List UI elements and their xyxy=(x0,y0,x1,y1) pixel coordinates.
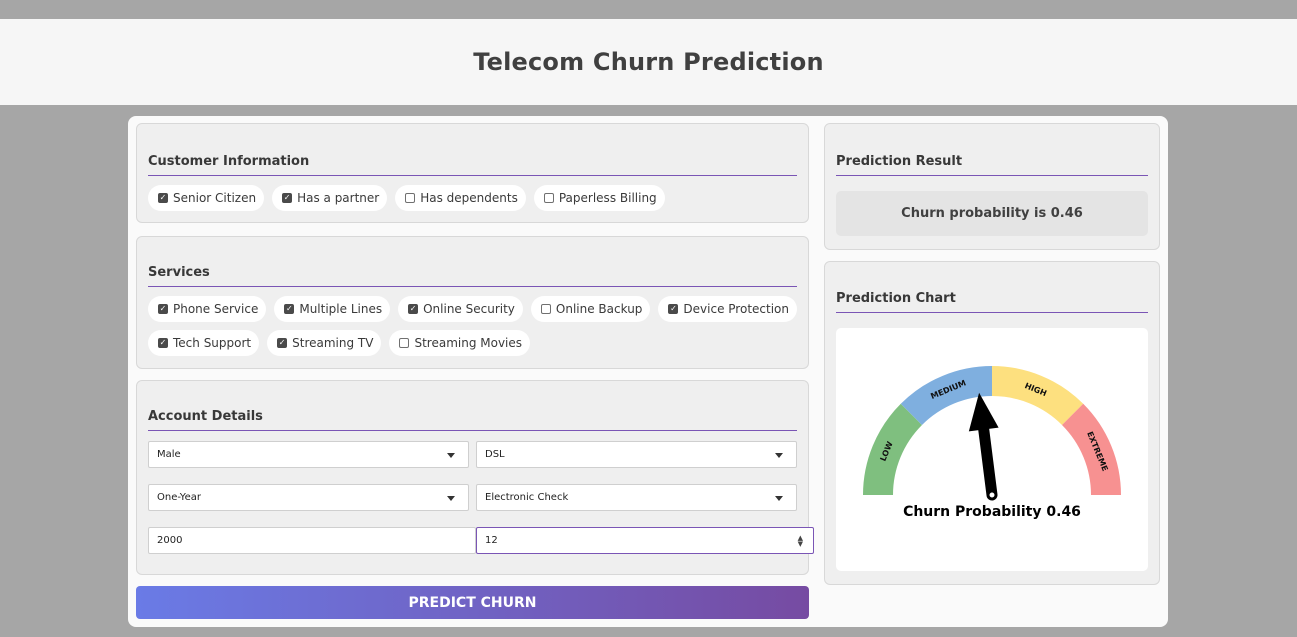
checkbox-has-a-partner[interactable]: ✓ Has a partner xyxy=(272,185,388,211)
checkbox-online-security[interactable]: ✓ Online Security xyxy=(398,296,523,322)
checkbox-unchecked-icon[interactable] xyxy=(399,338,410,348)
prediction-chart-title: Prediction Chart xyxy=(836,291,1148,313)
chevron-down-icon xyxy=(775,453,783,458)
churn-gauge: LOWMEDIUM HIGHEXTREMEChurn Probability 0.… xyxy=(863,366,1121,520)
page-title: Telecom Churn Prediction xyxy=(473,48,824,76)
predict-churn-button[interactable]: PREDICT CHURN xyxy=(136,586,809,619)
checkbox-checked-icon[interactable]: ✓ xyxy=(158,193,168,203)
services-options: ✓ Phone Service ✓ Multiple Lines ✓ Online Sec… xyxy=(148,296,797,356)
checkbox-label: Multiple Lines xyxy=(299,302,383,316)
services-card: Services ✓ Phone Service ✓ Multiple Lines ✓ O… xyxy=(136,236,809,369)
checkbox-streaming-movies[interactable]: Streaming Movies xyxy=(389,330,531,356)
checkbox-checked-icon[interactable]: ✓ xyxy=(284,304,295,314)
gender-select-value: Male xyxy=(157,449,181,460)
checkbox-checked-icon[interactable]: ✓ xyxy=(282,193,293,203)
total-charges-input[interactable]: 2000 xyxy=(148,527,476,554)
checkbox-paperless-billing[interactable]: Paperless Billing xyxy=(533,185,665,211)
checkbox-checked-icon[interactable]: ✓ xyxy=(158,338,168,348)
internet-service-select-value: DSL xyxy=(485,449,505,460)
prediction-chart-card: Prediction Chart LOW MEDIUM HIGH EXTREME Chu… xyxy=(824,261,1160,585)
checkbox-label: Online Backup xyxy=(555,302,643,316)
checkbox-unchecked-icon[interactable] xyxy=(543,193,554,203)
checkbox-label: Phone Service xyxy=(173,302,259,316)
checkbox-label: Tech Support xyxy=(173,336,252,350)
checkbox-unchecked-icon[interactable] xyxy=(540,304,551,314)
gauge-zone-low xyxy=(863,403,922,495)
checkbox-streaming-tv[interactable]: ✓ Streaming TV xyxy=(267,330,382,356)
tenure-value: 12 xyxy=(485,535,498,546)
customer-info-card: Customer Information ✓ Senior Citizen ✓ Has… xyxy=(136,123,809,223)
services-title: Services xyxy=(148,265,797,287)
chevron-down-icon xyxy=(775,496,783,501)
checkbox-checked-icon[interactable]: ✓ xyxy=(668,304,679,314)
customer-info-options: ✓ Senior Citizen ✓ Has a partner Has depende… xyxy=(148,185,797,211)
checkbox-label: Streaming TV xyxy=(292,336,374,350)
contract-select[interactable]: One-Year xyxy=(148,484,469,511)
checkbox-senior-citizen[interactable]: ✓ Senior Citizen xyxy=(148,185,265,211)
payment-method-select[interactable]: Electronic Check xyxy=(476,484,797,511)
gauge-chart-box: LOW MEDIUM HIGH EXTREME Churn Probability 0.… xyxy=(836,328,1148,571)
checkbox-label: Senior Citizen xyxy=(173,191,257,205)
checkbox-has-dependents[interactable]: Has dependents xyxy=(395,185,526,211)
checkbox-online-backup[interactable]: Online Backup xyxy=(530,296,651,322)
gauge-zone-high xyxy=(992,366,1084,425)
chevron-down-icon xyxy=(447,496,455,501)
total-charges-value: 2000 xyxy=(157,535,183,546)
checkbox-label: Online Security xyxy=(423,302,515,316)
customer-info-title: Customer Information xyxy=(148,154,797,176)
prediction-result-text: Churn probability is 0.46 xyxy=(901,206,1083,221)
prediction-result-card: Prediction Result Churn probability is 0… xyxy=(824,123,1160,250)
prediction-result-title: Prediction Result xyxy=(836,154,1148,176)
checkbox-label: Paperless Billing xyxy=(558,191,657,205)
contract-select-value: One-Year xyxy=(157,492,201,503)
checkbox-checked-icon[interactable]: ✓ xyxy=(158,304,168,314)
payment-method-select-value: Electronic Check xyxy=(485,492,569,503)
checkbox-phone-service[interactable]: ✓ Phone Service xyxy=(148,296,267,322)
checkbox-label: Streaming Movies xyxy=(414,336,523,350)
gauge-zone-extreme xyxy=(1062,403,1121,495)
checkbox-device-protection[interactable]: ✓ Device Protection xyxy=(658,296,797,322)
gauge-value-label: Churn Probability 0.46 xyxy=(903,504,1081,520)
checkbox-label: Has dependents xyxy=(420,191,518,205)
checkbox-checked-icon[interactable]: ✓ xyxy=(277,338,288,348)
internet-service-select[interactable]: DSL xyxy=(476,441,797,468)
gauge-needle xyxy=(968,392,999,501)
checkbox-label: Device Protection xyxy=(683,302,789,316)
prediction-result-box: Churn probability is 0.46 xyxy=(836,191,1148,236)
stepper-icon[interactable]: ▲ ▼ xyxy=(798,535,803,548)
checkbox-unchecked-icon[interactable] xyxy=(405,193,416,203)
checkbox-label: Has a partner xyxy=(297,191,380,205)
app-container: Customer Information ✓ Senior Citizen ✓ Has… xyxy=(128,116,1168,627)
checkbox-checked-icon[interactable]: ✓ xyxy=(408,304,419,314)
chevron-down-icon xyxy=(447,453,455,458)
gender-select[interactable]: Male xyxy=(148,441,469,468)
tenure-input[interactable]: 12 ▲ ▼ xyxy=(476,527,814,554)
account-details-title: Account Details xyxy=(148,409,797,431)
checkbox-tech-support[interactable]: ✓ Tech Support xyxy=(148,330,260,356)
page-header: Telecom Churn Prediction xyxy=(0,19,1297,105)
checkbox-multiple-lines[interactable]: ✓ Multiple Lines xyxy=(274,296,391,322)
